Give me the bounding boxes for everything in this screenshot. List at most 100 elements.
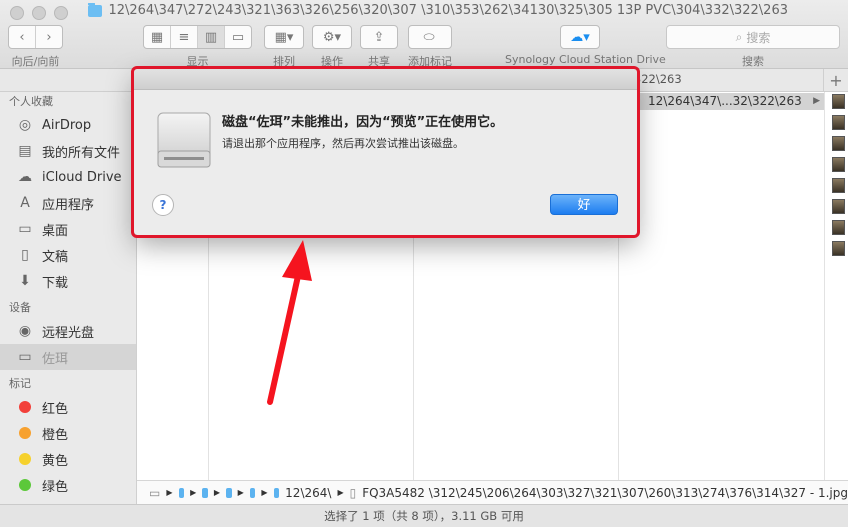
dialog-message: 请退出那个应用程序，然后再次尝试推出该磁盘。 [222, 137, 464, 150]
gear-icon: ⚙▾ [322, 29, 342, 45]
tag-dot-icon [19, 427, 31, 439]
sidebar-item-label: 红色 [42, 401, 69, 417]
cloud-icon: ☁ [18, 169, 32, 185]
thumbnail-column [830, 94, 848, 262]
image-thumbnail-icon[interactable] [832, 178, 845, 193]
finder-window: 12\264\347\272\243\321\363\326\256\320\3… [0, 0, 848, 527]
action-button[interactable]: ⚙▾ [313, 26, 351, 48]
cloud-icon: ☁▾ [570, 29, 590, 45]
dialog-title: 磁盘“佐珥”未能推出，因为“预览”正在使用它。 [222, 115, 504, 130]
zoom-window-button[interactable] [54, 6, 68, 20]
arrange-icon: ▦▾ [274, 29, 294, 45]
sidebar-item-label: 我的所有文件 [42, 145, 121, 161]
breadcrumb-file[interactable]: FQ3A5482 \312\245\206\264\303\327\321\30… [362, 486, 848, 500]
folder-icon[interactable] [249, 487, 256, 498]
sort-label: 排列 [273, 55, 295, 68]
document-icon: ▯ [21, 247, 29, 263]
status-bar: 选择了 1 项（共 8 项），3.11 GB 可用 [0, 504, 848, 527]
search-input[interactable]: ⌕ 搜索 [666, 25, 840, 49]
sidebar-item-airdrop[interactable]: ◎ AirDrop [0, 112, 136, 138]
folder-icon[interactable] [202, 487, 208, 498]
image-thumbnail-icon[interactable] [832, 94, 845, 109]
chevron-right-icon: ▶ [213, 488, 221, 497]
back-button[interactable]: ‹ [9, 26, 36, 48]
sidebar-item-applications[interactable]: A 应用程序 [0, 190, 136, 216]
chevron-right-icon: › [46, 29, 52, 45]
list-view-button[interactable]: ≡ [171, 26, 198, 48]
image-thumbnail-icon[interactable] [832, 199, 845, 214]
disk-icon[interactable]: ▭ [149, 486, 160, 500]
column-divider[interactable] [824, 92, 825, 480]
search-label: 搜索 [742, 55, 764, 68]
plus-icon: + [829, 70, 843, 90]
search-group: ⌕ 搜索 搜索 [666, 25, 840, 69]
window-title-text: 12\264\347\272\243\321\363\326\256\320\3… [108, 3, 788, 18]
gallery-view-button[interactable]: ▭ [225, 26, 251, 48]
ok-button[interactable]: 好 [550, 194, 618, 215]
devices-header: 设备 [9, 301, 31, 314]
image-thumbnail-icon[interactable] [832, 115, 845, 130]
disc-icon: ◉ [18, 323, 32, 339]
sidebar-item-label: 远程光盘 [42, 325, 95, 341]
tab-path[interactable]: \322\263 [630, 72, 682, 86]
cloud-station-button[interactable]: ☁▾ [561, 26, 599, 48]
new-tab-button[interactable]: + [823, 69, 848, 91]
sidebar-item-label: 佐珥 [42, 351, 69, 367]
image-thumbnail-icon[interactable] [832, 157, 845, 172]
cloud-label: Synology Cloud Station Drive [505, 53, 666, 66]
image-thumbnail-icon[interactable] [832, 241, 845, 256]
forward-button[interactable]: › [36, 26, 62, 48]
sidebar-item-tag-orange[interactable]: 橙色 [0, 420, 136, 446]
sidebar-item-disk[interactable]: ▭ 佐珥 [0, 344, 136, 370]
action-group: ⚙▾ 操作 [312, 25, 352, 69]
disk-icon: ▭ [18, 349, 32, 365]
sidebar-item-label: 桌面 [42, 223, 69, 239]
tag-icon: ⬭ [423, 29, 435, 45]
external-disk-icon [157, 112, 211, 168]
image-thumbnail-icon[interactable] [832, 220, 845, 235]
sidebar-item-label: 文稿 [42, 249, 69, 265]
tag-button[interactable]: ⬭ [409, 26, 449, 48]
column-view-button[interactable]: ▥ [198, 26, 225, 48]
share-icon: ⇪ [373, 29, 385, 45]
sidebar-item-label: AirDrop [42, 117, 92, 133]
toolbar: 12\264\347\272\243\321\363\326\256\320\3… [0, 0, 848, 69]
chevron-right-icon: ▶ [261, 488, 268, 497]
sidebar-item-icloud[interactable]: ☁ iCloud Drive [0, 164, 136, 190]
sidebar-item-desktop[interactable]: ▭ 桌面 [0, 216, 136, 242]
minimize-window-button[interactable] [32, 6, 46, 20]
cloud-group: ☁▾ Synology Cloud Station Drive [505, 25, 666, 66]
sidebar-item-tag-red[interactable]: 红色 [0, 394, 136, 420]
window-title: 12\264\347\272\243\321\363\326\256\320\3… [88, 3, 788, 18]
sidebar-item-remote-disc[interactable]: ◉ 远程光盘 [0, 318, 136, 344]
share-label: 共享 [368, 55, 390, 68]
tag-dot-icon [19, 401, 31, 413]
sidebar-item-documents[interactable]: ▯ 文稿 [0, 242, 136, 268]
sidebar-item-label: iCloud Drive [42, 169, 122, 185]
share-button[interactable]: ⇪ [361, 26, 397, 48]
folder-icon[interactable] [178, 487, 185, 498]
icon-view-button[interactable]: ▦ [144, 26, 171, 48]
sort-button[interactable]: ▦▾ [265, 26, 303, 48]
all-files-icon: ▤ [18, 143, 32, 159]
close-window-button[interactable] [10, 6, 24, 20]
sidebar-item-tag-yellow[interactable]: 黄色 [0, 446, 136, 472]
chevron-right-icon: ▶ [337, 488, 344, 497]
sidebar-item-tag-green[interactable]: 绿色 [0, 472, 136, 498]
breadcrumb-folder[interactable]: 12\264\ [285, 486, 331, 500]
action-label: 操作 [321, 55, 343, 68]
view-group: ▦ ≡ ▥ ▭ 显示 [143, 25, 252, 69]
sidebar-item-label: 绿色 [42, 479, 69, 495]
dialog-header [134, 69, 637, 90]
sidebar-item-all-files[interactable]: ▤ 我的所有文件 [0, 138, 136, 164]
sort-group: ▦▾ 排列 [264, 25, 304, 69]
desktop-icon: ▭ [18, 221, 32, 237]
selected-folder-row[interactable]: 12\264\347\...32\322\263 ▶ [640, 93, 824, 110]
sidebar-item-downloads[interactable]: ⬇ 下载 [0, 268, 136, 294]
share-group: ⇪ 共享 [360, 25, 398, 69]
grid-icon: ▦ [150, 29, 164, 45]
help-button[interactable]: ? [152, 194, 174, 216]
image-thumbnail-icon[interactable] [832, 136, 845, 151]
folder-icon[interactable] [226, 487, 232, 498]
folder-icon [88, 3, 103, 17]
